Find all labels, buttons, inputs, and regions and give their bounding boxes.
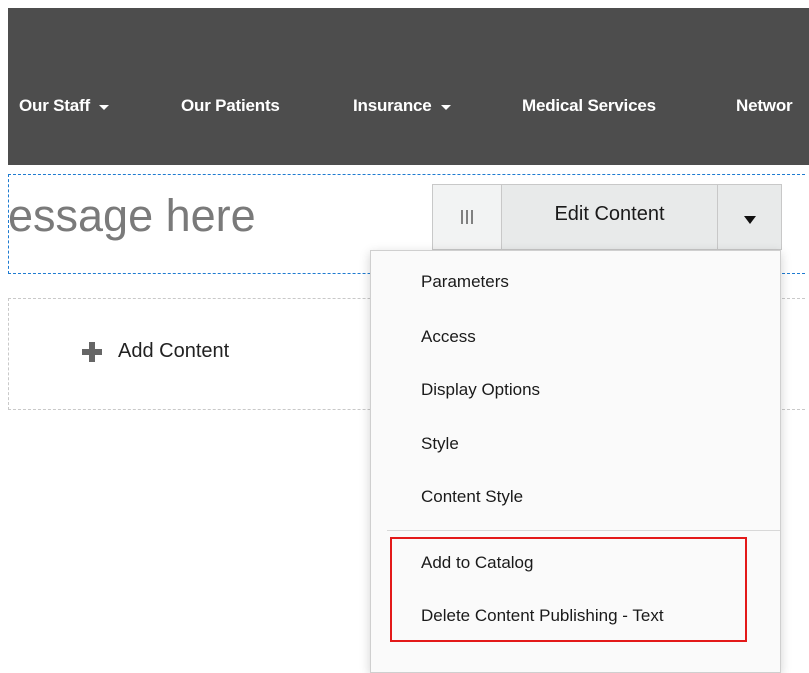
menu-item-content-style[interactable]: Content Style: [421, 487, 523, 507]
nav-item-label: Medical Services: [522, 96, 656, 115]
nav-item-label: Our Patients: [181, 96, 280, 115]
highlight-annotation-box: [390, 537, 747, 642]
nav-item-insurance[interactable]: Insurance: [353, 96, 451, 116]
edit-content-button[interactable]: Edit Content: [502, 185, 718, 249]
menu-divider: [387, 530, 780, 531]
caret-down-icon: [440, 104, 451, 110]
nav-item-our-staff[interactable]: Our Staff: [19, 96, 109, 116]
nav-item-label: Networ: [736, 96, 793, 115]
menu-item-access[interactable]: Access: [421, 327, 476, 347]
hero-message-text: essage here: [8, 190, 256, 241]
edit-content-dropdown-menu: Parameters Access Display Options Style …: [370, 250, 781, 673]
page-margin: [0, 0, 8, 673]
nav-item-label: Our Staff: [19, 96, 90, 115]
add-content-button[interactable]: Add Content: [82, 340, 229, 363]
drag-handle[interactable]: [433, 185, 502, 249]
top-navigation-bar: Our Staff Our Patients Insurance Medical…: [8, 8, 809, 165]
drag-handle-icon: [461, 210, 473, 224]
nav-item-our-patients[interactable]: Our Patients: [181, 96, 280, 116]
triangle-down-icon: [743, 216, 756, 224]
menu-item-style[interactable]: Style: [421, 434, 459, 454]
nav-item-network[interactable]: Networ: [736, 96, 793, 116]
caret-down-icon: [98, 104, 109, 110]
menu-item-parameters[interactable]: Parameters: [421, 272, 509, 292]
plus-icon: [82, 341, 102, 362]
menu-item-display-options[interactable]: Display Options: [421, 380, 540, 400]
edit-content-toolbar: Edit Content: [432, 184, 782, 250]
nav-item-medical-services[interactable]: Medical Services: [522, 96, 656, 116]
add-content-label: Add Content: [118, 340, 230, 362]
nav-item-label: Insurance: [353, 96, 432, 115]
edit-menu-dropdown-toggle[interactable]: [718, 185, 781, 249]
